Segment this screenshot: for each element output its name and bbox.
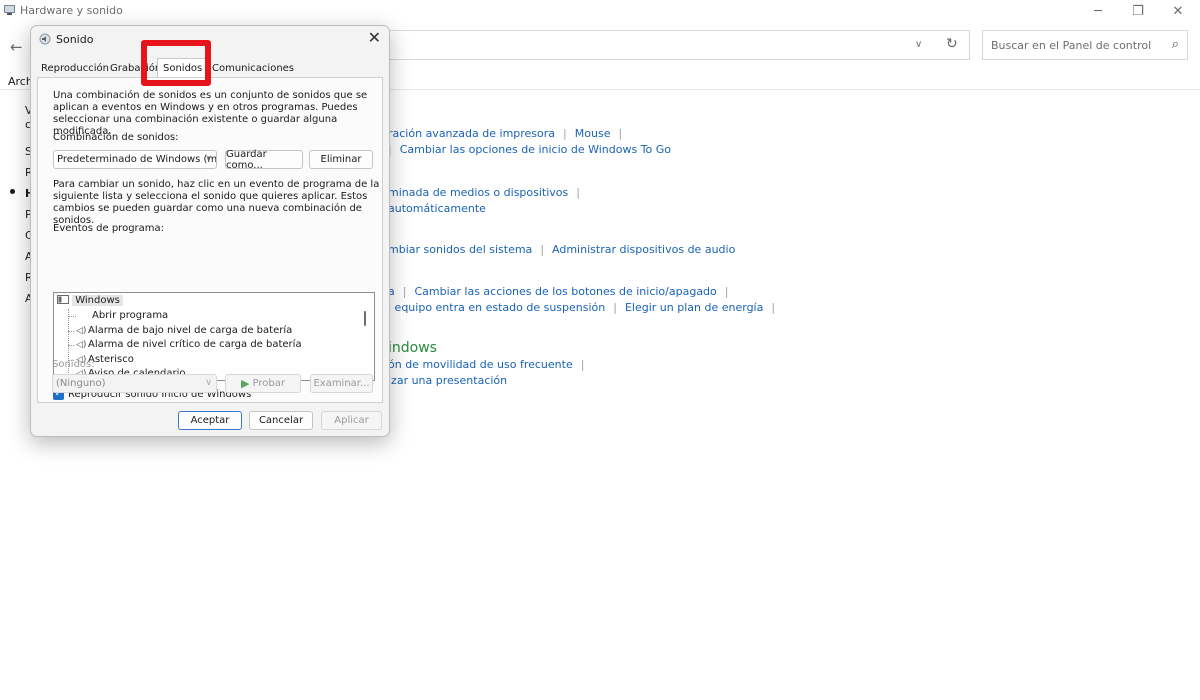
link-row: ración avanzada de impresora | Mouse |	[388, 127, 623, 140]
link-presentation[interactable]: izar una presentación	[388, 374, 507, 387]
sounds-tab-panel: Una combinación de sonidos es un conjunt…	[37, 77, 383, 403]
ok-button[interactable]: Aceptar	[178, 411, 242, 430]
program-events-list[interactable]: Windows Abrir programa ◁) Alarma de bajo …	[53, 292, 375, 381]
link-printer-advanced[interactable]: ración avanzada de impresora	[388, 127, 555, 140]
intro-text-line: aplican a eventos en Windows y en otros …	[53, 102, 358, 113]
close-icon: ✕	[367, 28, 381, 47]
link-row: izar una presentación	[388, 374, 507, 387]
speaker-icon: ◁)	[76, 340, 87, 350]
restore-button[interactable]: ❐	[1118, 0, 1158, 22]
scheme-label: Combinación de sonidos:	[53, 132, 179, 143]
events-label: Eventos de programa:	[53, 223, 165, 234]
play-icon: ▶	[241, 377, 250, 390]
list-item[interactable]: ◁) Alarma de bajo nivel de carga de bater…	[76, 324, 292, 338]
link-row: minada de medios o dispositivos |	[388, 186, 580, 199]
dialog-title: Sonido	[56, 33, 94, 46]
link-power-plan[interactable]: Elegir un plan de energía	[625, 301, 763, 314]
apply-button[interactable]: Aplicar	[321, 411, 382, 430]
link-row: a | Cambiar las acciones de los botones de…	[388, 285, 729, 298]
chevron-down-icon[interactable]: ∨	[915, 39, 922, 50]
link-mobility-settings[interactable]: ón de movilidad de uso frecuente	[388, 358, 573, 371]
refresh-icon[interactable]: ↻	[946, 36, 958, 52]
tab-comunicaciones[interactable]: Comunicaciones	[207, 60, 299, 78]
save-as-button[interactable]: Guardar como...	[225, 149, 303, 171]
link-row: ón de movilidad de uso frecuente |	[388, 358, 585, 371]
minimize-icon: ─	[1094, 3, 1102, 19]
delete-button[interactable]: Eliminar	[309, 150, 373, 169]
speaker-icon: ◁)	[76, 326, 87, 336]
list-item-root[interactable]: Windows	[57, 294, 123, 308]
section-heading-mobility[interactable]: indows	[388, 340, 437, 356]
scheme-select-value: Predeterminado de Windows (m	[57, 154, 217, 165]
window-title: Hardware y sonido	[20, 4, 123, 17]
scheme-select[interactable]: Predeterminado de Windows (m ∨	[53, 150, 217, 169]
link-row: mbiar sonidos del sistema | Administrar di…	[388, 243, 736, 256]
cancel-button[interactable]: Cancelar	[249, 411, 313, 430]
restore-icon: ❐	[1132, 3, 1144, 19]
current-nav-bullet	[10, 189, 15, 194]
help-text-line: siguiente lista y selecciona el sonido q…	[53, 191, 368, 202]
search-icon[interactable]: ⌕	[1172, 37, 1179, 52]
dialog-close-button[interactable]: ✕	[368, 28, 381, 47]
speaker-icon	[39, 33, 51, 45]
list-item[interactable]: Abrir programa	[92, 309, 168, 323]
browse-button[interactable]: Examinar...	[310, 374, 373, 393]
test-button[interactable]: ▶ Probar	[225, 374, 301, 393]
tab-reproduccion[interactable]: Reproducción	[36, 60, 114, 78]
back-arrow-icon[interactable]: ←	[10, 38, 23, 56]
intro-text-line: Una combinación de sonidos es un conjunt…	[53, 90, 368, 101]
list-item[interactable]: ◁) Alarma de nivel crítico de carga de ba…	[76, 338, 302, 352]
highlight-annotation	[141, 40, 211, 86]
link-sleep[interactable]: l equipo entra en estado de suspensión	[388, 301, 605, 314]
chevron-down-icon: ∨	[205, 378, 212, 388]
link-change-system-sounds[interactable]: mbiar sonidos del sistema	[388, 243, 532, 256]
link-row: l equipo entra en estado de suspensión | E…	[388, 301, 776, 314]
scrollbar-thumb[interactable]	[364, 311, 366, 326]
link-mouse[interactable]: Mouse	[575, 127, 611, 140]
window-icon	[57, 295, 69, 304]
sounds-label: Sonidos:	[52, 359, 95, 370]
link-manage-audio-devices[interactable]: Administrar dispositivos de audio	[552, 243, 735, 256]
search-input[interactable]: Buscar en el Panel de control ⌕	[982, 30, 1188, 60]
sound-select-value: (Ninguno)	[56, 378, 106, 389]
link-autoplay-media[interactable]: minada de medios o dispositivos	[388, 186, 568, 199]
link-row: |Cambiar las opciones de inicio de Windo…	[388, 143, 671, 156]
close-icon: ✕	[1172, 3, 1184, 19]
help-text-line: Para cambiar un sonido, haz clic en un e…	[53, 179, 380, 190]
link-windows-to-go[interactable]: Cambiar las opciones de inicio de Window…	[400, 143, 671, 156]
sound-select[interactable]: (Ninguno) ∨	[52, 374, 217, 393]
link-autoplay[interactable]: automáticamente	[388, 202, 486, 215]
control-panel-icon	[4, 5, 15, 15]
search-placeholder: Buscar en el Panel de control	[991, 39, 1152, 52]
link-row: automáticamente	[388, 202, 486, 215]
minimize-button[interactable]: ─	[1078, 0, 1118, 22]
cp-titlebar: Hardware y sonido ─ ❐ ✕	[0, 0, 1200, 22]
close-window-button[interactable]: ✕	[1158, 0, 1198, 22]
address-field[interactable]	[388, 30, 970, 60]
link-power-buttons[interactable]: Cambiar las acciones de los botones de i…	[414, 285, 716, 298]
events-root-label: Windows	[72, 295, 123, 306]
sound-dialog: Sonido ✕ Reproducción Grabación Sonidos …	[30, 25, 390, 437]
chevron-down-icon: ∨	[205, 154, 212, 164]
